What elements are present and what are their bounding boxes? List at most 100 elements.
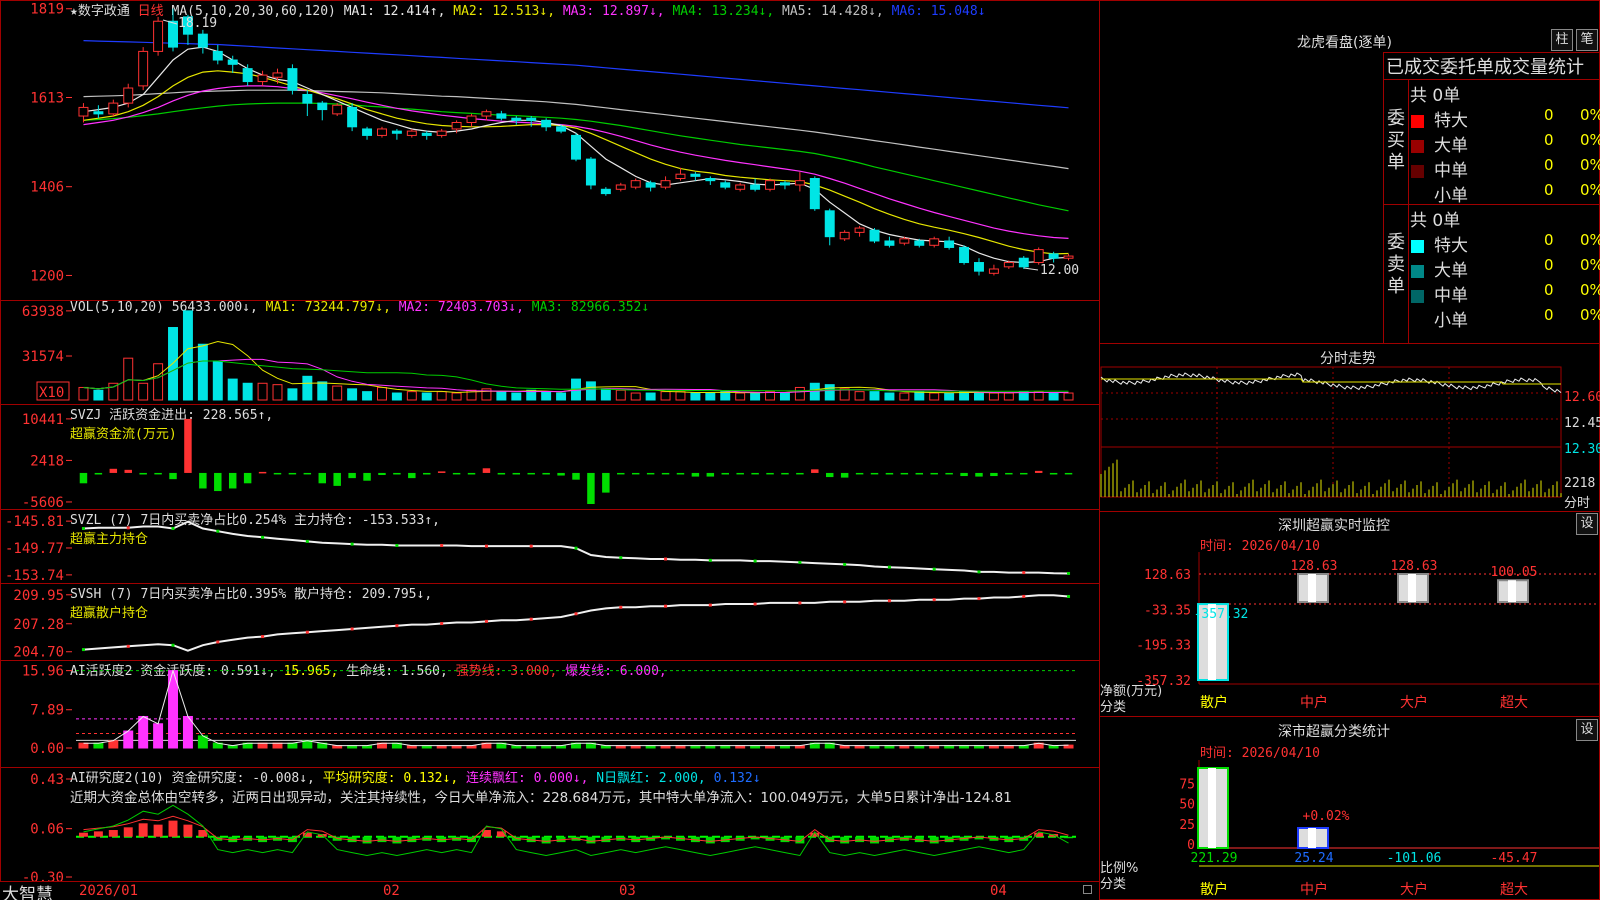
ai-bar: [287, 742, 298, 749]
monitor-category: 散户: [1200, 694, 1228, 711]
svzj-bar: [303, 472, 312, 475]
bar-mode-button[interactable]: 柱: [1551, 29, 1573, 51]
sell-total: 共 0单: [1410, 211, 1461, 231]
svsh-point: [798, 601, 802, 605]
candle-body: [78, 106, 89, 117]
order-color-swatch: [1411, 114, 1424, 128]
ai-chart[interactable]: 15.96 7.89 0.00: [0, 660, 1100, 768]
vol-bar: [317, 381, 328, 401]
classify-chart[interactable]: 7550250221.29散户25.24中户-101.06大户-45.47超大+…: [1099, 716, 1600, 900]
svsh-point: [261, 635, 265, 639]
svzj-bar: [467, 472, 476, 475]
classify-bar-highlight: [1308, 828, 1316, 848]
candle-body: [839, 231, 850, 240]
vol-bar: [914, 391, 925, 401]
svzj-bar: [1064, 472, 1073, 475]
svzl-axis-tick: -145.81: [5, 514, 64, 530]
order-color-swatch: [1411, 139, 1424, 153]
candle-body: [1033, 249, 1044, 264]
monitor-axis-tick: 128.63: [1144, 568, 1191, 583]
vol-bar: [1063, 392, 1074, 401]
vol-bar: [451, 392, 462, 401]
svzl-point: [261, 535, 265, 539]
order-pct: 0%: [1580, 256, 1600, 274]
candle-body: [705, 178, 716, 182]
order-label: 大单: [1434, 136, 1468, 156]
low-annotation: 12.00: [1040, 263, 1079, 278]
vol-bar: [869, 391, 880, 401]
lock-icon[interactable]: [1083, 885, 1092, 894]
order-pct: 0%: [1580, 156, 1600, 174]
candle-body: [153, 20, 164, 52]
svzj-bar: [348, 472, 356, 479]
svzj-bar: [94, 472, 103, 475]
vol-bar: [376, 386, 387, 401]
ai-bar: [93, 742, 104, 749]
svzj-bar: [184, 418, 192, 473]
candle-body: [974, 262, 984, 272]
ai-axis-tick: 0.00: [30, 741, 64, 757]
monitor-category: 中户: [1300, 694, 1328, 711]
svzj-chart[interactable]: 10441 2418 -5606: [0, 404, 1100, 510]
candle-body: [451, 121, 462, 130]
svzl-point: [664, 557, 668, 561]
svzj-axis-tick: 2418: [30, 453, 64, 469]
candle-body: [809, 178, 820, 210]
svzj-bar: [736, 472, 744, 475]
vol-bar: [272, 384, 283, 401]
classify-bar-highlight: [1208, 768, 1216, 848]
order-pct: 0%: [1580, 181, 1600, 199]
intraday-chart[interactable]: [1099, 365, 1600, 511]
order-label: 中单: [1434, 161, 1468, 181]
classify-category: 中户: [1300, 881, 1328, 898]
research-bar: [795, 836, 805, 844]
vol-bar: [929, 392, 940, 401]
vol-chart[interactable]: 63938 31574 X10: [0, 300, 1100, 405]
svzj-bar: [1034, 470, 1043, 473]
svzj-bar: [154, 472, 162, 475]
svsh-point: [126, 644, 130, 648]
vol-bar: [974, 392, 984, 401]
ai-axis-tick: 15.96: [22, 664, 64, 680]
svzj-bar: [796, 472, 804, 475]
vol-bar: [615, 389, 626, 401]
sell-side-label: 委卖单: [1386, 232, 1406, 298]
research-bar: [78, 832, 88, 837]
order-count: 0: [1544, 156, 1554, 174]
svsh-axis-tick: 207.28: [13, 617, 64, 633]
order-label: 中单: [1434, 286, 1468, 306]
svzj-bar: [945, 472, 953, 475]
classify-category: 超大: [1500, 882, 1528, 898]
tick-mode-button[interactable]: 笔: [1576, 29, 1598, 51]
svzl-chart[interactable]: -145.81 -149.77 -153.74: [0, 509, 1100, 584]
kline-chart[interactable]: 1819 1613 1406 1200 18.19 12.00: [0, 0, 1100, 301]
svzl-point: [843, 562, 847, 566]
classify-category: 散户: [1200, 881, 1228, 898]
intraday-price-high: 12.60: [1564, 390, 1600, 405]
order-row: 小单 0 0%: [1411, 306, 1600, 331]
svsh-point: [574, 612, 578, 616]
order-row: 小单 0 0%: [1411, 181, 1600, 206]
classify-value-label: -101.06: [1387, 851, 1442, 866]
candle-body: [720, 182, 731, 188]
ai-bar: [272, 742, 283, 749]
candle-body: [526, 117, 537, 121]
svzj-bar: [333, 472, 341, 486]
monitor-xlabel: 分类: [1100, 700, 1127, 715]
svsh-chart[interactable]: 209.95 207.28 204.70: [0, 583, 1100, 661]
svzl-point: [216, 529, 220, 533]
research-bar: [108, 830, 118, 837]
candle-body: [779, 182, 790, 186]
candle-body: [929, 238, 940, 246]
order-label: 特大: [1434, 111, 1468, 131]
monitor-chart[interactable]: 128.63-33.35-195.33-357.32-357.32散户128.6…: [1099, 512, 1600, 712]
svzj-bar: [482, 468, 491, 473]
candle-body: [332, 104, 343, 115]
vol-bar: [496, 391, 507, 401]
research-chart[interactable]: 0.430.06-0.30: [0, 767, 1100, 882]
candle-body: [197, 33, 208, 48]
candle-body: [496, 113, 507, 119]
svzl-point: [350, 542, 354, 546]
svsh-point: [753, 602, 757, 606]
x-tick-apr: 04: [990, 883, 1007, 899]
